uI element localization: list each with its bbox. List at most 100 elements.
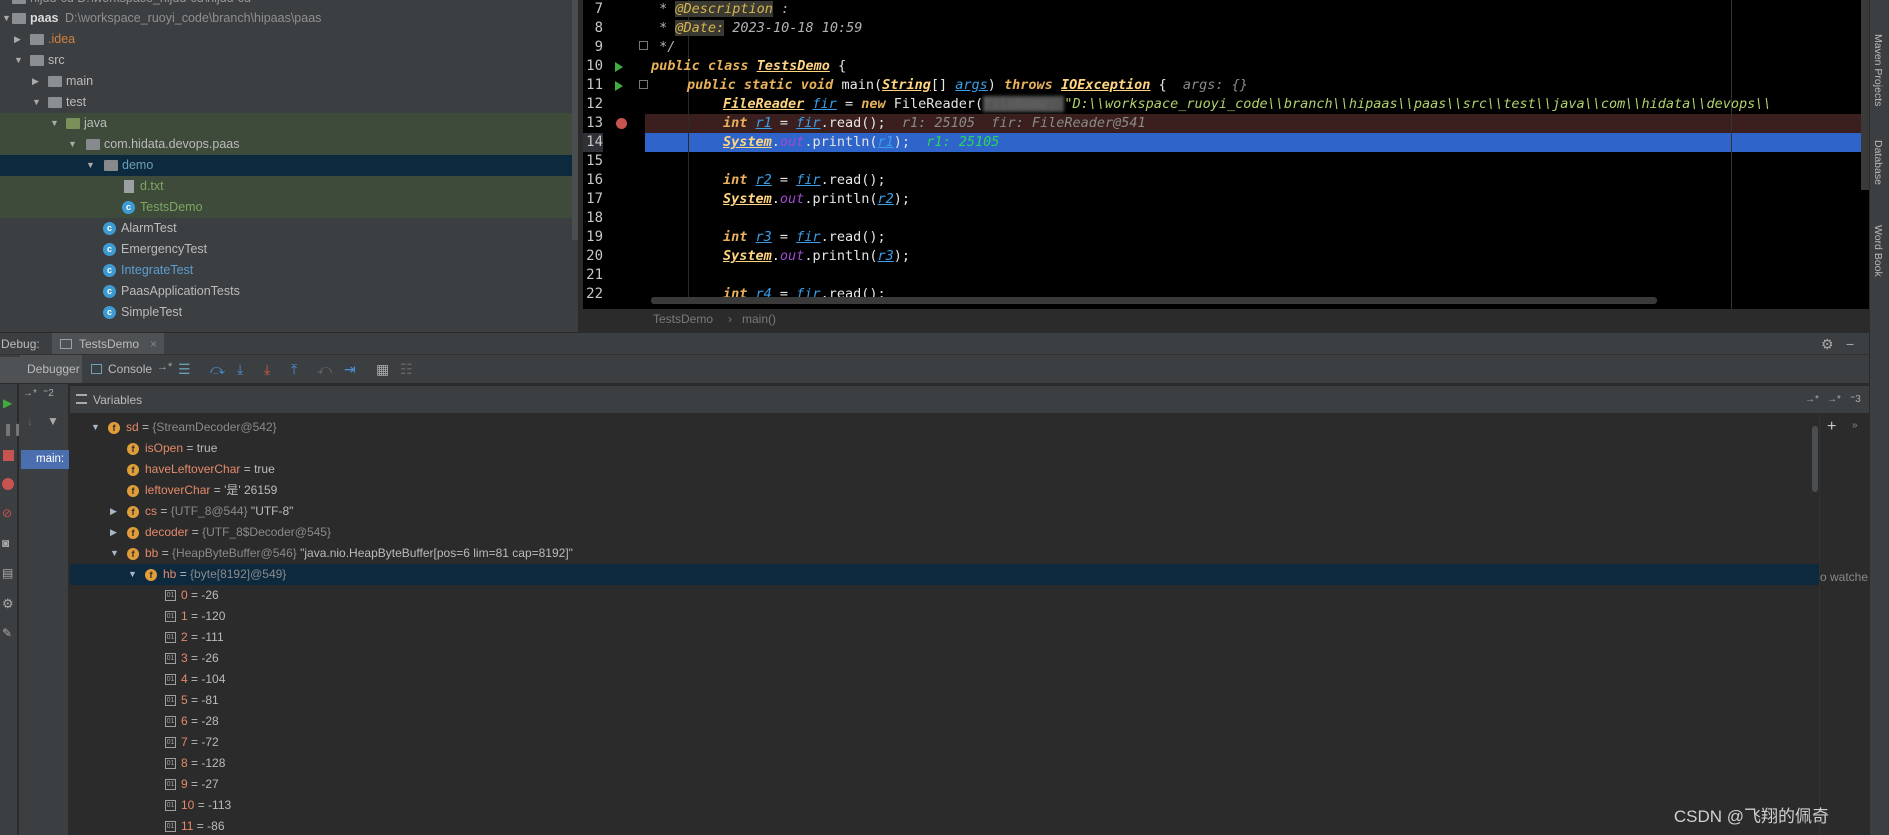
- tree-item-src[interactable]: ▼ src: [0, 50, 578, 71]
- array-element-row[interactable]: 01 2 = -111: [70, 627, 1819, 648]
- more-icon[interactable]: »: [1852, 420, 1858, 431]
- chevron-down-icon[interactable]: ▼: [32, 92, 44, 113]
- variables-scrollbar[interactable]: [1812, 426, 1818, 492]
- editor-vertical-scrollbar[interactable]: [1861, 0, 1869, 190]
- word-book-tab[interactable]: Word Book: [1872, 225, 1884, 277]
- array-element-row[interactable]: 01 10 = -113: [70, 795, 1819, 816]
- chevron-right-icon[interactable]: ▶: [32, 71, 44, 92]
- variable-row[interactable]: ▼ f bb = {HeapByteBuffer@546} "java.nio.He…: [70, 543, 1819, 564]
- array-element-row[interactable]: 01 4 = -104: [70, 669, 1819, 690]
- tree-item-demo[interactable]: ▼ demo: [0, 155, 578, 176]
- chevron-down-icon[interactable]: ▼: [110, 543, 119, 564]
- close-icon[interactable]: ×: [150, 333, 157, 355]
- variable-row[interactable]: ▶ f cs = {UTF_8@544} "UTF-8": [70, 501, 1819, 522]
- tree-item-java[interactable]: ▼ java: [0, 113, 578, 134]
- tree-item-integratetest[interactable]: c IntegrateTest: [0, 260, 578, 281]
- database-tab[interactable]: Database: [1872, 140, 1884, 185]
- breadcrumb-method[interactable]: main(): [742, 309, 776, 330]
- trace-stream-icon[interactable]: ☷: [400, 361, 413, 378]
- variable-row[interactable]: f leftoverChar = '是' 26159: [70, 480, 1819, 501]
- tree-item-emergencytest[interactable]: c EmergencyTest: [0, 239, 578, 260]
- layout-icon[interactable]: ▤: [2, 566, 13, 580]
- pin-arrow-icon[interactable]: →*: [157, 361, 172, 373]
- variable-row[interactable]: ▶ f decoder = {UTF_8$Decoder@545}: [70, 522, 1819, 543]
- chevron-down-icon[interactable]: ▼: [91, 417, 100, 438]
- variable-eq: =: [187, 630, 202, 644]
- gear-icon[interactable]: ⚙: [1821, 333, 1834, 355]
- array-element-row[interactable]: 01 0 = -26: [70, 585, 1819, 606]
- evaluate-expression-icon[interactable]: ▦: [376, 361, 389, 378]
- view-breakpoints-icon[interactable]: [2, 478, 14, 490]
- run-gutter-icon[interactable]: [615, 81, 623, 91]
- force-step-into-icon[interactable]: ⤓: [264, 361, 270, 378]
- down-arrow-icon[interactable]: ↓: [27, 414, 33, 428]
- step-out-icon[interactable]: ⤒: [291, 361, 297, 378]
- array-element-row[interactable]: 01 6 = -28: [70, 711, 1819, 732]
- mute-breakpoints-icon[interactable]: ⊘: [2, 506, 12, 520]
- variables-tree[interactable]: ▼ f sd = {StreamDecoder@542} f isOpen = tru…: [70, 414, 1819, 835]
- add-watch-icon[interactable]: +: [1827, 418, 1836, 436]
- frames-count-icon[interactable]: ⁼2: [43, 388, 54, 399]
- breakpoint-icon[interactable]: [616, 118, 627, 129]
- tab-console[interactable]: Console: [108, 355, 152, 383]
- chevron-down-icon[interactable]: ▼: [128, 564, 137, 585]
- chevron-right-icon[interactable]: ▶: [110, 522, 117, 543]
- array-element-row[interactable]: 01 1 = -120: [70, 606, 1819, 627]
- run-gutter-icon[interactable]: [615, 62, 623, 72]
- array-element-row[interactable]: 01 7 = -72: [70, 732, 1819, 753]
- chevron-down-icon[interactable]: ▼: [68, 134, 80, 155]
- tree-item-paasapplicationtests[interactable]: c PaasApplicationTests: [0, 281, 578, 302]
- tree-item-alarmtest[interactable]: c AlarmTest: [0, 218, 578, 239]
- variable-row[interactable]: ▼ f sd = {StreamDecoder@542}: [70, 417, 1819, 438]
- tab-debugger[interactable]: Debugger: [20, 355, 82, 383]
- minimize-icon[interactable]: −: [1846, 333, 1854, 355]
- camera-icon[interactable]: ◙: [2, 536, 9, 550]
- array-element-row[interactable]: 01 9 = -27: [70, 774, 1819, 795]
- maven-projects-tab[interactable]: Maven Projects: [1872, 34, 1884, 106]
- run-to-cursor-icon[interactable]: ⇥: [344, 361, 356, 378]
- chevron-down-icon[interactable]: ▼: [14, 50, 26, 71]
- frame-item-main[interactable]: main:: [21, 450, 69, 469]
- tree-item-testsdemo[interactable]: c TestsDemo: [0, 197, 578, 218]
- show-execution-point-icon[interactable]: ☰: [178, 361, 191, 378]
- chevron-right-icon[interactable]: ▶: [110, 501, 117, 522]
- array-element-row[interactable]: 01 3 = -26: [70, 648, 1819, 669]
- stop-icon[interactable]: [3, 450, 14, 461]
- editor-gutter[interactable]: 7 8 9 10 11 12 13 14 15 16 17 18 19 20 2…: [583, 0, 648, 309]
- variable-row[interactable]: f haveLeftoverChar = true: [70, 459, 1819, 480]
- step-over-icon[interactable]: ⤼: [210, 361, 225, 378]
- element-value: -27: [201, 777, 219, 791]
- chevron-down-icon[interactable]: ▼: [86, 155, 98, 176]
- settings-icon[interactable]: ⚙: [2, 596, 14, 612]
- pin-icon[interactable]: ✎: [2, 626, 12, 640]
- array-element-row[interactable]: 01 5 = -81: [70, 690, 1819, 711]
- editor-horizontal-scrollbar[interactable]: [651, 297, 1657, 304]
- chevron-down-icon[interactable]: ▼: [50, 113, 62, 134]
- drop-frame-icon[interactable]: ⤺: [317, 361, 332, 378]
- filter-icon[interactable]: ▼: [47, 414, 59, 428]
- array-element-row[interactable]: 01 8 = -128: [70, 753, 1819, 774]
- step-into-icon[interactable]: ⤓: [237, 361, 243, 378]
- tree-item-dtxt[interactable]: d.txt: [0, 176, 578, 197]
- tree-item-paas[interactable]: ▼ paas D:\workspace_ruoyi_code\branch\hi…: [0, 8, 578, 29]
- breadcrumb-class[interactable]: TestsDemo: [653, 309, 713, 330]
- tree-item-main[interactable]: ▶ main: [0, 71, 578, 92]
- code-variable: r3: [877, 248, 894, 264]
- session-tab-label[interactable]: TestsDemo: [79, 333, 139, 355]
- chevron-right-icon[interactable]: ▶: [14, 29, 26, 50]
- variable-row[interactable]: f isOpen = true: [70, 438, 1819, 459]
- tree-item-simpletest[interactable]: c SimpleTest: [0, 302, 578, 323]
- count-icon[interactable]: ⁼3: [1850, 386, 1861, 414]
- fold-icon[interactable]: [639, 80, 648, 89]
- variable-row-selected[interactable]: ▼ f hb = {byte[8192]@549}: [70, 564, 1819, 585]
- fold-icon[interactable]: [639, 41, 648, 50]
- pin-arrow-icon[interactable]: →*: [1827, 386, 1841, 414]
- array-element-row[interactable]: 01 11 = -86: [70, 816, 1819, 835]
- pin-arrow-icon[interactable]: →*: [1805, 386, 1819, 414]
- tree-item-test[interactable]: ▼ test: [0, 92, 578, 113]
- tree-item-package[interactable]: ▼ com.hidata.devops.paas: [0, 134, 578, 155]
- tree-scrollbar[interactable]: [572, 0, 578, 240]
- frames-nav-icon[interactable]: →*: [23, 388, 37, 399]
- tree-item-idea[interactable]: ▶ .idea: [0, 29, 578, 50]
- resume-icon[interactable]: ▶: [3, 396, 12, 410]
